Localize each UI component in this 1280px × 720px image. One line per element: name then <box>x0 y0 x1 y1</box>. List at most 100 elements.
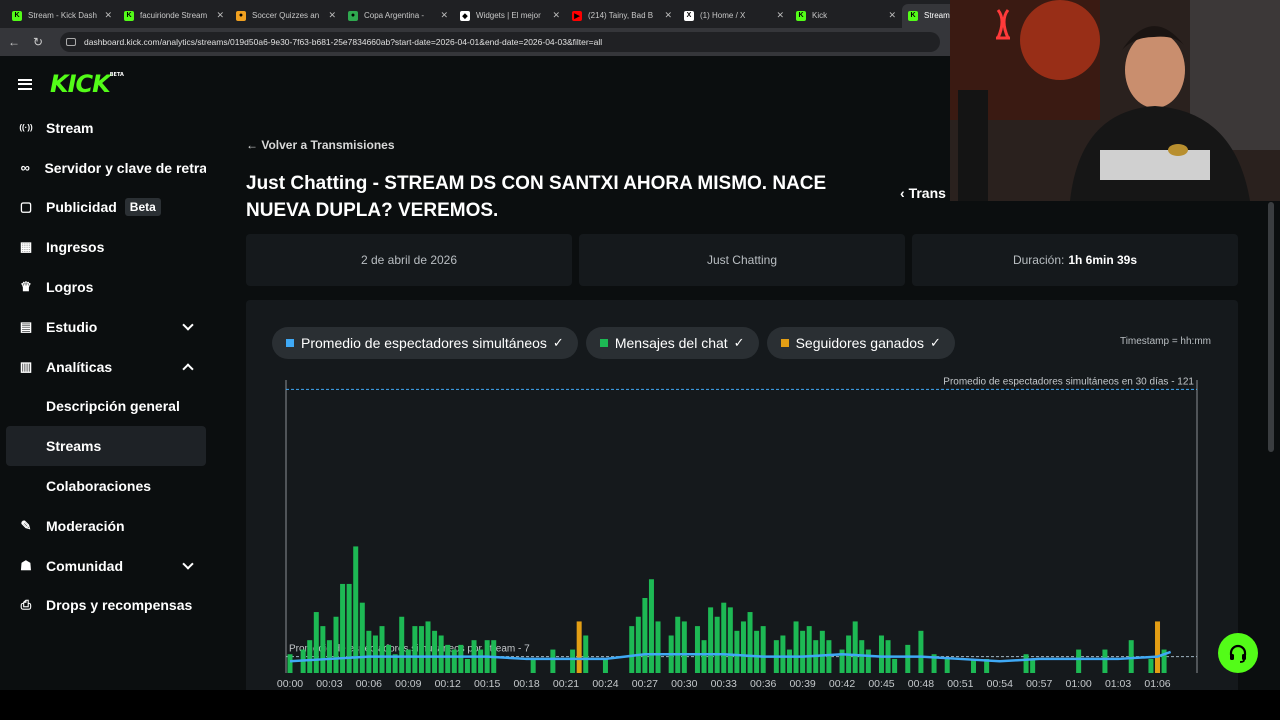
browser-tab[interactable]: K Kick ✕ <box>790 4 902 28</box>
tab-close-icon[interactable]: ✕ <box>664 10 672 21</box>
chevron-down-icon[interactable] <box>182 319 194 331</box>
chart-bar <box>478 649 484 673</box>
tab-close-icon[interactable]: ✕ <box>216 10 224 21</box>
tab-label: Kick <box>812 11 828 20</box>
support-chat-button[interactable] <box>1218 633 1258 673</box>
stream-summary-cards: 2 de abril de 2026 Just Chatting Duració… <box>246 234 1238 286</box>
chart-bar <box>438 635 444 673</box>
x-tick-label: 00:12 <box>435 678 461 690</box>
sidebar-item[interactable]: ✎ Moderación <box>6 506 206 546</box>
browser-tab[interactable]: ● Soccer Quizzes an ✕ <box>230 4 342 28</box>
tab-close-icon[interactable]: ✕ <box>104 10 112 21</box>
chart-bar <box>905 644 911 673</box>
sidebar-item-label: Stream <box>46 119 94 136</box>
revenue-icon: ▦ <box>19 239 33 255</box>
chart-bar <box>675 616 681 673</box>
chart-bar <box>944 658 950 673</box>
sidebar-item[interactable]: ▢ Publicidad Beta <box>6 188 206 228</box>
x-tick-label: 00:27 <box>632 678 658 690</box>
sidebar-item[interactable]: ∞ Servidor y clave de retrans <box>6 148 206 188</box>
chart-bar <box>793 621 799 673</box>
browser-tab[interactable]: K Stream - Kick Dash ✕ <box>6 4 118 28</box>
sidebar-item-label: Drops y recompensas <box>46 597 193 614</box>
chart-bar <box>425 621 431 673</box>
chart-bar <box>826 640 832 673</box>
tab-favicon-icon: ▶ <box>572 10 582 21</box>
chart-bar <box>445 644 451 673</box>
browser-tab[interactable]: ● Copa Argentina - ✕ <box>342 4 454 28</box>
tab-close-icon[interactable]: ✕ <box>328 10 336 21</box>
scrollbar[interactable] <box>1268 202 1274 452</box>
kick-logo[interactable]: KICKBETA <box>50 70 124 98</box>
tab-close-icon[interactable]: ✕ <box>552 10 560 21</box>
chart-bar <box>865 649 871 673</box>
tab-close-icon[interactable]: ✕ <box>776 10 784 21</box>
sidebar-item[interactable]: ☗ Comunidad <box>6 546 206 586</box>
headset-icon <box>1229 644 1247 663</box>
hamburger-menu-icon[interactable] <box>18 76 32 92</box>
chart-bar <box>648 579 654 673</box>
reload-icon[interactable]: ↻ <box>28 35 48 49</box>
sidebar: KICKBETA ((·)) Stream ∞ Servidor y clave de… <box>0 56 220 690</box>
browser-tab[interactable]: ▶ (214) Tainy, Bad B ✕ <box>566 4 678 28</box>
trophy-icon: ♛ <box>20 279 32 295</box>
chart-bar <box>754 630 760 673</box>
chart-bar <box>1023 654 1029 673</box>
sidebar-item-label: Descripción general <box>46 398 180 415</box>
sidebar-item-label: Logros <box>46 279 94 296</box>
sidebar-item[interactable]: ⎙ Drops y recompensas <box>6 586 206 626</box>
bottom-letterbox <box>0 690 1280 720</box>
x-tick-label: 00:51 <box>947 678 973 690</box>
chart-bar <box>760 626 766 673</box>
chart-bar <box>892 658 898 673</box>
browser-tab[interactable]: ◆ Widgets | El mejor ✕ <box>454 4 566 28</box>
tab-favicon-icon: X <box>684 10 694 21</box>
x-tick-label: 01:03 <box>1105 678 1131 690</box>
site-info-icon[interactable] <box>66 38 76 46</box>
chart-panel: Promedio de espectadores simultáneos ✓ Men… <box>246 300 1238 700</box>
chart-bar <box>1076 649 1082 673</box>
x-tick-label: 00:45 <box>868 678 894 690</box>
chart-bar <box>694 626 700 673</box>
sidebar-item-label: Ingresos <box>46 239 105 256</box>
sidebar-item[interactable]: Colaboraciones <box>6 466 206 506</box>
back-arrow-icon[interactable]: ← <box>4 35 24 49</box>
sidebar-item[interactable]: ▦ Ingresos <box>6 227 206 267</box>
browser-tab[interactable]: Kfacuirionde Stream ✕ <box>118 4 230 28</box>
chart-bar <box>714 616 720 673</box>
ad-icon: ▢ <box>19 199 33 215</box>
chart-bar <box>602 658 608 673</box>
sidebar-item[interactable]: Streams <box>6 426 206 467</box>
tab-favicon-icon: ● <box>348 10 358 21</box>
analytics-chart: Promedio de espectadores simultáneos en … <box>277 376 1198 690</box>
chevron-up-icon[interactable] <box>182 363 194 375</box>
chart-bar <box>1148 658 1154 673</box>
previous-stream-button[interactable]: ‹ Trans <box>900 185 946 201</box>
tab-close-icon[interactable]: ✕ <box>440 10 448 21</box>
sidebar-item[interactable]: ((·)) Stream <box>6 108 206 148</box>
x-tick-label: 00:21 <box>553 678 579 690</box>
tab-label: Widgets | El mejor <box>476 11 541 20</box>
x-tick-label: 00:15 <box>474 678 500 690</box>
chart-bar <box>333 616 339 673</box>
chevron-down-icon[interactable] <box>182 558 194 570</box>
url-field[interactable]: dashboard.kick.com/analytics/streams/019… <box>60 32 940 52</box>
tab-label: (214) Tainy, Bad B <box>588 11 654 20</box>
tab-label: Copa Argentina - <box>364 11 425 20</box>
browser-tab[interactable]: X (1) Home / X ✕ <box>678 4 790 28</box>
tab-close-icon[interactable]: ✕ <box>888 10 896 21</box>
chart-bar <box>412 626 418 673</box>
back-to-streams-link[interactable]: ← Volver a Transmisiones <box>246 138 395 152</box>
chart-bar <box>379 626 385 673</box>
sidebar-menu: ((·)) Stream ∞ Servidor y clave de retrans ▢… <box>6 108 206 625</box>
sidebar-item[interactable]: ♛ Logros <box>6 267 206 307</box>
x-tick-label: 00:06 <box>356 678 382 690</box>
tab-label: facuirionde Stream <box>140 11 208 20</box>
sidebar-item[interactable]: Descripción general <box>6 387 206 427</box>
x-tick-label: 00:42 <box>829 678 855 690</box>
sidebar-item[interactable]: ▥ Analíticas <box>6 347 206 387</box>
x-tick-label: 00:30 <box>671 678 697 690</box>
chart-bar <box>878 635 884 673</box>
chart-bar <box>366 630 372 673</box>
sidebar-item[interactable]: ▤ Estudio <box>6 307 206 347</box>
